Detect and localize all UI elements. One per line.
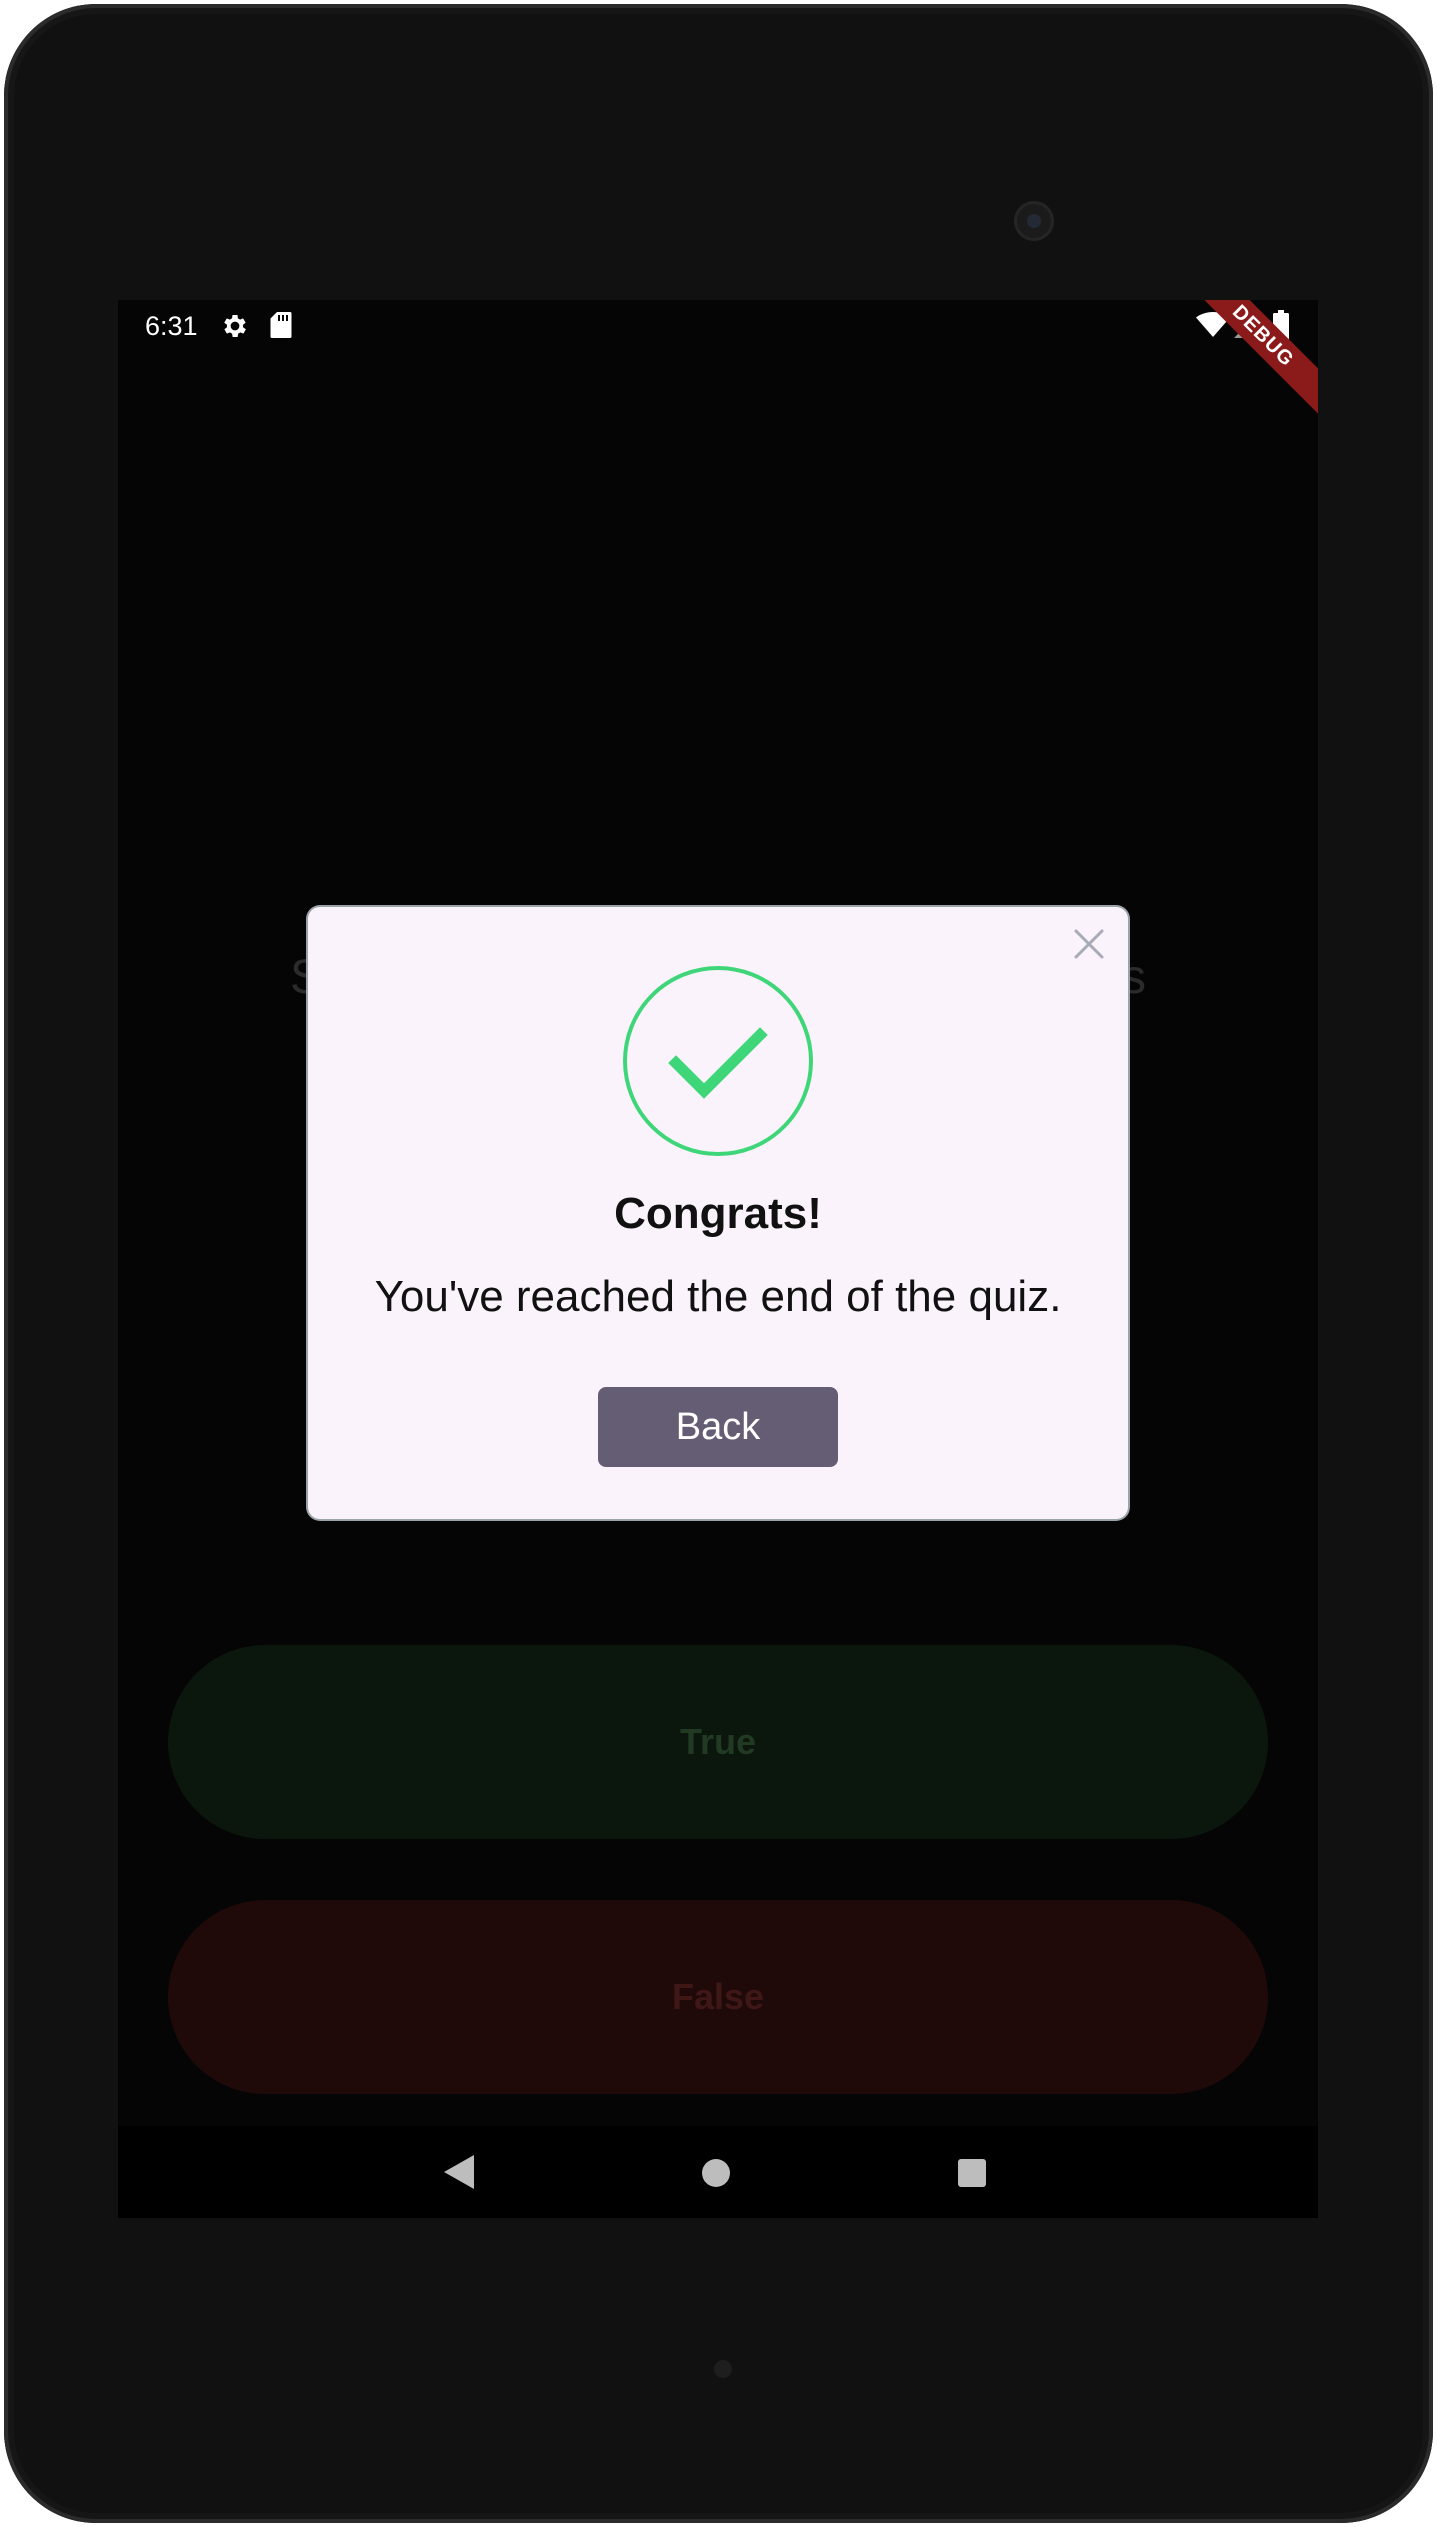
false-button-label: False: [671, 1976, 765, 2017]
back-icon[interactable]: [444, 2155, 474, 2189]
status-time: 6:31: [145, 311, 198, 341]
false-button[interactable]: False: [168, 1900, 1268, 2094]
status-bar: 6:31: [118, 300, 1318, 352]
true-button[interactable]: True: [168, 1645, 1268, 1839]
gear-icon: [224, 315, 246, 337]
back-button-label: Back: [675, 1405, 761, 1448]
true-button-label: True: [679, 1721, 757, 1762]
recents-icon[interactable]: [958, 2159, 986, 2187]
sd-card-icon: [270, 312, 292, 338]
completion-dialog: Congrats! You've reached the end of the …: [308, 907, 1128, 1519]
navigation-bar: [118, 2126, 1318, 2218]
home-icon[interactable]: [702, 2159, 730, 2187]
dialog-message: You've reached the end of the quiz.: [374, 1272, 1062, 1321]
dialog-title: Congrats!: [614, 1189, 822, 1238]
back-button[interactable]: Back: [598, 1387, 838, 1467]
front-camera: [1014, 201, 1054, 241]
check-circle-icon: [623, 966, 813, 1156]
close-icon[interactable]: [1072, 927, 1106, 961]
bottom-sensor: [714, 2360, 732, 2378]
